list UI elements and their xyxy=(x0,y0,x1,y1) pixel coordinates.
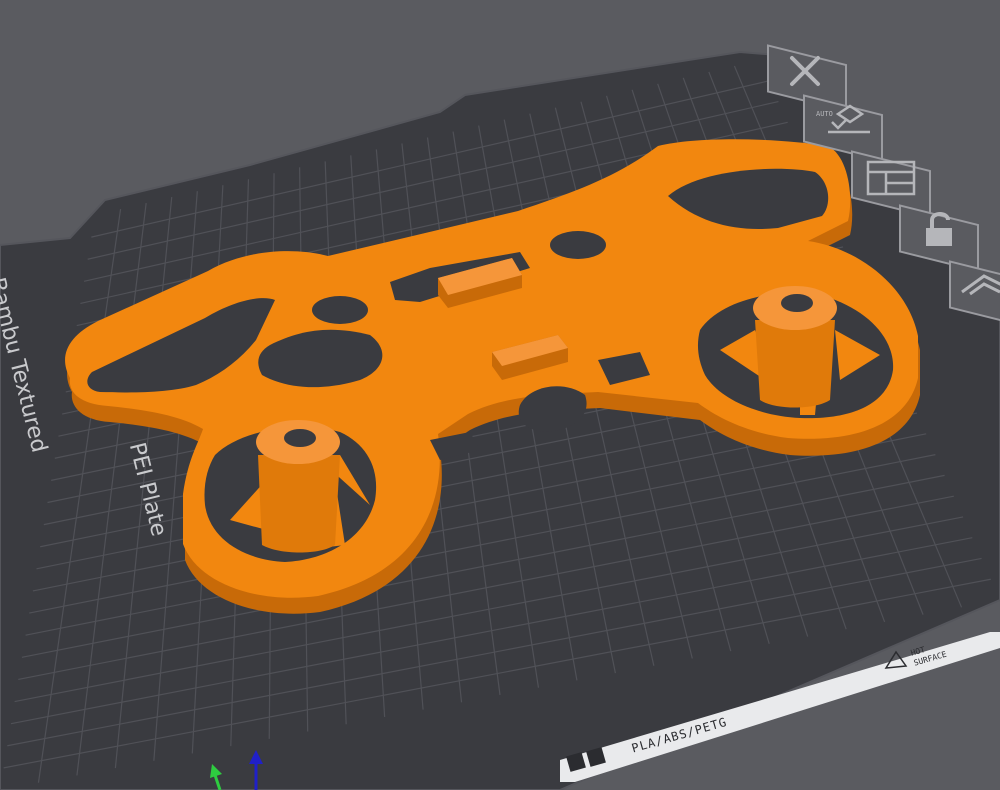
hole-left xyxy=(312,296,368,324)
lock-plate-button[interactable] xyxy=(894,202,979,273)
delete-plate-button[interactable] xyxy=(762,42,847,113)
hole-right xyxy=(550,231,606,259)
plate-settings-button[interactable] xyxy=(944,258,1000,329)
arrange-button[interactable] xyxy=(846,148,931,219)
auto-label: AUTO xyxy=(816,110,833,118)
auto-orient-button[interactable]: AUTO xyxy=(798,92,883,163)
